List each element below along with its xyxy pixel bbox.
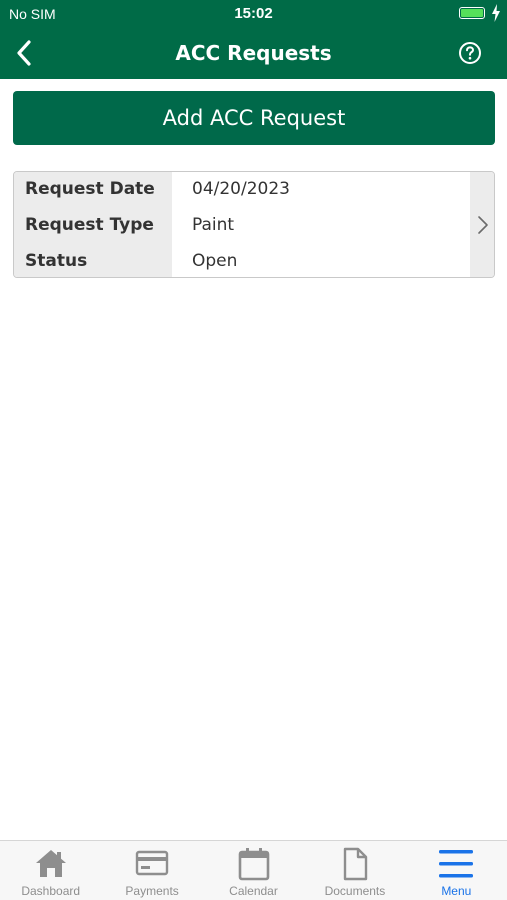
tab-payments[interactable]: Payments	[101, 841, 202, 900]
charging-bolt-icon	[492, 4, 500, 22]
calendar-icon	[238, 848, 269, 881]
request-type-value: Paint	[192, 215, 235, 235]
clock: 15:02	[234, 5, 273, 22]
battery-icon	[459, 7, 485, 19]
home-icon	[35, 850, 66, 877]
nav-bar: ACC Requests	[0, 28, 507, 79]
tab-documents[interactable]: Documents	[304, 841, 405, 900]
tab-menu[interactable]: Menu	[406, 841, 507, 900]
request-type-row: Request Type Paint	[14, 208, 470, 244]
tab-calendar[interactable]: Calendar	[203, 841, 304, 900]
request-card[interactable]: Request Date 04/20/2023 Request Type Pai…	[13, 171, 495, 278]
page-title: ACC Requests	[175, 41, 332, 65]
request-type-label: Request Type	[25, 215, 154, 235]
status-row: Status Open	[14, 244, 470, 277]
credit-card-icon	[135, 850, 169, 876]
request-date-value: 04/20/2023	[192, 179, 290, 199]
help-icon[interactable]	[458, 41, 482, 65]
tab-payments-label: Payments	[125, 884, 179, 898]
tab-calendar-label: Calendar	[229, 884, 278, 898]
menu-icon	[439, 850, 474, 878]
tab-dashboard-label: Dashboard	[21, 884, 81, 898]
document-icon	[343, 847, 368, 881]
tab-bar: Dashboard Payments Calendar Documents Me…	[0, 840, 507, 900]
add-acc-request-button[interactable]: Add ACC Request	[13, 91, 495, 145]
add-acc-request-label: Add ACC Request	[162, 106, 346, 130]
tab-documents-label: Documents	[324, 884, 386, 898]
status-bar: No SIM 15:02	[0, 0, 507, 28]
request-date-row: Request Date 04/20/2023	[14, 172, 470, 208]
status-value: Open	[192, 251, 238, 271]
chevron-right-icon	[478, 216, 488, 234]
status-label: Status	[25, 251, 88, 271]
tab-menu-label: Menu	[441, 884, 472, 898]
tab-dashboard[interactable]: Dashboard	[0, 841, 101, 900]
request-date-label: Request Date	[25, 179, 155, 199]
